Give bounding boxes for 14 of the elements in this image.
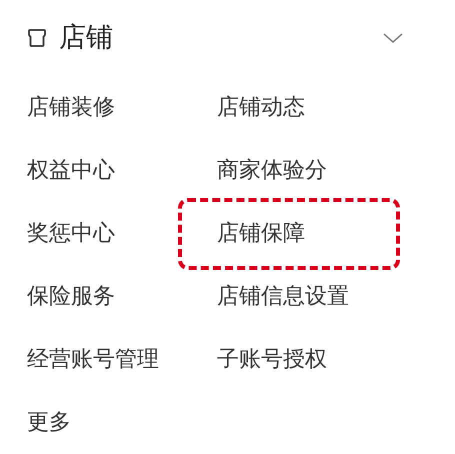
menu-link[interactable]: 店铺动态 <box>217 91 305 124</box>
menu-link[interactable]: 商家体验分 <box>217 154 327 187</box>
menu-link[interactable]: 权益中心 <box>27 154 115 187</box>
menu-link[interactable]: 店铺信息设置 <box>217 280 349 313</box>
chevron-icon[interactable] <box>383 32 403 44</box>
menu-link[interactable]: 店铺保障 <box>217 217 305 250</box>
menu-link[interactable]: 奖惩中心 <box>27 217 115 250</box>
menu-link[interactable]: 子账号授权 <box>217 343 327 376</box>
shop-icon <box>27 28 47 48</box>
menu-link[interactable]: 保险服务 <box>27 280 115 313</box>
menu-link[interactable]: 更多 <box>27 406 71 439</box>
section-title: 店铺 <box>59 20 113 55</box>
menu-link[interactable]: 店铺装修 <box>27 91 115 124</box>
menu-link[interactable]: 经营账号管理 <box>27 343 159 376</box>
